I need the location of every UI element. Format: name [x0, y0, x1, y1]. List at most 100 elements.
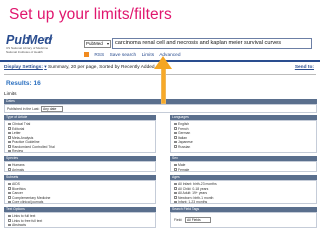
list-item-label: All Child: 0-18 years	[178, 186, 209, 191]
save-search-link[interactable]: Save search	[110, 53, 137, 58]
list-item[interactable]: Links to full text	[8, 214, 35, 218]
list-item-label: Humans	[12, 163, 25, 167]
list-item[interactable]: German	[174, 131, 190, 135]
checkbox[interactable]	[8, 219, 11, 222]
list-item[interactable]: French	[174, 127, 189, 131]
checkbox[interactable]	[8, 182, 11, 186]
display-settings-link[interactable]: Display Settings:	[4, 65, 43, 70]
database-select-value: PubMed	[86, 41, 103, 46]
checkbox[interactable]	[174, 136, 177, 139]
subsets-list: AIDS Bioethics Cancer Complementary Medi…	[4, 180, 156, 204]
list-item[interactable]: All Infant: birth-23 months	[174, 182, 217, 186]
checkbox[interactable]	[8, 145, 11, 148]
display-settings-chevron[interactable]: ▾	[44, 65, 46, 70]
rss-icon[interactable]	[84, 52, 89, 57]
list-item[interactable]: Newborn: birth-1 month	[174, 196, 213, 200]
list-item-label: Male	[178, 163, 186, 167]
checkbox[interactable]	[8, 223, 11, 227]
checkbox[interactable]	[8, 140, 11, 144]
list-item-label: Practice Guideline	[12, 140, 40, 144]
logo-subtitle: US National Library of Medicine National…	[6, 46, 48, 54]
checkbox[interactable]	[174, 196, 177, 199]
published-select[interactable]: Any date	[41, 106, 63, 112]
checkbox[interactable]	[174, 131, 177, 135]
list-item[interactable]: Male	[174, 163, 185, 167]
list-item-label: All Adult: 19+ years	[178, 191, 208, 195]
list-item[interactable]: Meta-Analysis	[8, 136, 33, 140]
rss-link[interactable]: RSS	[94, 53, 104, 58]
limits-link[interactable]: Limits	[142, 53, 155, 58]
list-item[interactable]: AIDS	[8, 182, 20, 186]
list-item-label: Female	[178, 167, 190, 172]
checkbox[interactable]	[8, 200, 11, 204]
checkbox[interactable]	[8, 122, 11, 126]
list-item-label: Editorial	[12, 126, 25, 131]
send-to-link[interactable]: Send to:	[295, 64, 314, 72]
list-item[interactable]: Letter	[8, 131, 21, 135]
list-item[interactable]: Cancer	[8, 191, 23, 195]
list-item-label: Infant: 1-23 months	[178, 200, 208, 204]
checkbox[interactable]	[174, 127, 177, 130]
checkbox[interactable]	[8, 163, 11, 167]
list-item[interactable]: Japanese	[174, 140, 193, 144]
list-item[interactable]: Russian	[174, 145, 190, 149]
list-item[interactable]: Infant: 1-23 months	[174, 200, 207, 204]
checkbox[interactable]	[174, 122, 177, 126]
languages-list: English French German Italian Japanese R…	[170, 120, 317, 153]
field-select[interactable]: All Fields	[185, 217, 211, 223]
limits-heading: Limits	[4, 92, 17, 97]
list-item[interactable]: Italian	[174, 136, 187, 140]
checkbox[interactable]	[8, 168, 11, 171]
list-item[interactable]: Bioethics	[8, 187, 26, 191]
pubmed-logo[interactable]: Pub Med .gov US National Library of Medi…	[6, 33, 52, 57]
list-item-label: All Infant: birth-23 months	[178, 182, 217, 186]
published-label: Published in the Last:	[7, 107, 40, 111]
list-item[interactable]: Review	[8, 149, 23, 153]
checkbox[interactable]	[174, 163, 177, 167]
list-item[interactable]: English	[174, 122, 189, 126]
list-item[interactable]: Abstracts	[8, 223, 26, 227]
checkbox[interactable]	[174, 200, 177, 204]
checkbox[interactable]	[8, 149, 11, 153]
list-item-label: Meta-Analysis	[12, 135, 34, 140]
checkbox[interactable]	[8, 127, 11, 130]
checkbox[interactable]	[174, 168, 177, 171]
divider	[4, 74, 316, 75]
list-item[interactable]: Practice Guideline	[8, 140, 40, 144]
checkbox[interactable]	[8, 196, 11, 199]
list-item[interactable]: Humans	[8, 163, 25, 167]
checkbox[interactable]	[8, 191, 11, 195]
list-item-label: German	[178, 131, 191, 135]
checkbox[interactable]	[174, 182, 177, 186]
checkbox[interactable]	[174, 140, 177, 144]
dates-body: Published in the Last: Any date	[4, 104, 317, 113]
checkbox[interactable]	[8, 214, 11, 218]
checkbox[interactable]	[8, 131, 11, 135]
list-item-label: English	[178, 122, 190, 126]
list-item[interactable]: All Adult: 19+ years	[174, 191, 207, 195]
list-item-label: Review	[12, 149, 24, 153]
list-item-label: Letter	[12, 131, 21, 135]
list-item[interactable]: Female	[174, 168, 189, 172]
list-item[interactable]: Clinical Trial	[8, 122, 30, 126]
list-item[interactable]: Randomized Controlled Trial	[8, 145, 55, 149]
logo-subtitle-line2: National Institutes of Health	[6, 49, 43, 54]
list-item-label: Italian	[178, 135, 188, 140]
list-item[interactable]: Links to free full text	[8, 219, 42, 223]
list-item[interactable]: All Child: 0-18 years	[174, 187, 208, 191]
list-item[interactable]: Animals	[8, 168, 24, 172]
text-options-list: Links to full text Links to free full te…	[4, 212, 156, 228]
list-item[interactable]: Editorial	[8, 127, 24, 131]
checkbox[interactable]	[174, 145, 177, 148]
checkbox[interactable]	[174, 187, 177, 190]
list-item-label: Abstracts	[12, 223, 27, 227]
list-item-label: Japanese	[178, 140, 193, 144]
up-arrow-icon	[154, 56, 172, 69]
checkbox[interactable]	[8, 187, 11, 190]
search-input[interactable]: carcinoma renal cell and necrosis and ka…	[112, 38, 312, 49]
checkbox[interactable]	[8, 136, 11, 139]
checkbox[interactable]	[174, 191, 177, 195]
list-item[interactable]: Complementary Medicine	[8, 196, 50, 200]
database-select[interactable]: PubMed ▾	[84, 40, 111, 48]
list-item[interactable]: Core clinical journals	[8, 200, 43, 204]
